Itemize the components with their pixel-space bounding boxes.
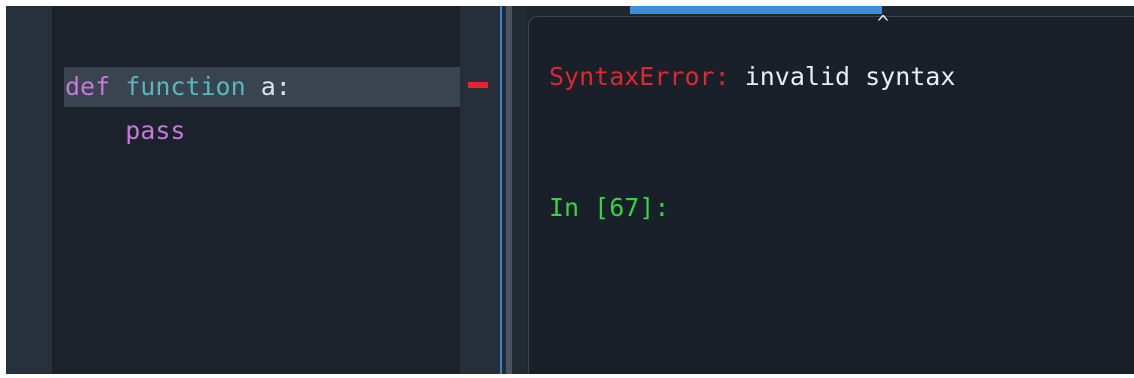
prompt-suffix: : <box>654 193 670 222</box>
overview-ruler[interactable] <box>460 6 500 374</box>
error-type: SyntaxError: <box>549 62 730 91</box>
error-caret: ^ <box>877 11 890 35</box>
error-marker-icon[interactable] <box>468 82 488 88</box>
code-editor[interactable]: def function a: pass <box>52 6 460 374</box>
ide-window: def function a: pass ^ SyntaxError: inva… <box>6 6 1134 374</box>
prompt-number: [67] <box>594 193 655 222</box>
keyword-pass: pass <box>125 116 186 145</box>
error-message: invalid syntax <box>744 62 956 91</box>
console-error-line: SyntaxError: invalid syntax <box>549 57 955 97</box>
active-tab-indicator[interactable] <box>630 6 882 14</box>
code-line-2[interactable]: pass <box>65 111 185 151</box>
splitter-handle[interactable] <box>506 6 512 374</box>
keyword-def: def <box>65 72 111 101</box>
line-number-gutter <box>6 6 52 374</box>
ipython-console[interactable]: ^ SyntaxError: invalid syntax In [67]: <box>528 11 1134 374</box>
prompt-label: In <box>549 193 595 222</box>
console-prompt[interactable]: In [67]: <box>549 188 669 228</box>
function-name-token: function <box>125 72 246 101</box>
identifier-token: a: <box>260 72 291 101</box>
code-line-1[interactable]: def function a: <box>65 67 291 107</box>
